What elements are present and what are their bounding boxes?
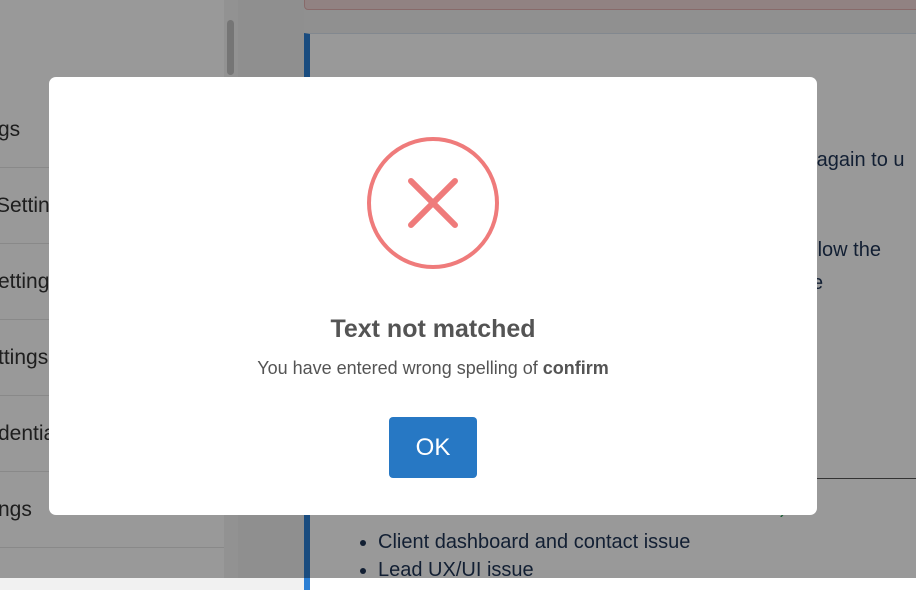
ok-button[interactable]: OK bbox=[389, 417, 477, 478]
error-x-icon bbox=[367, 137, 499, 269]
dialog-message: You have entered wrong spelling of confi… bbox=[49, 358, 817, 379]
dialog-message-keyword: confirm bbox=[542, 358, 609, 378]
dialog-message-text: You have entered wrong spelling of bbox=[257, 358, 543, 378]
dialog-title: Text not matched bbox=[330, 315, 536, 343]
error-dialog: Text not matched You have entered wrong … bbox=[49, 77, 817, 515]
